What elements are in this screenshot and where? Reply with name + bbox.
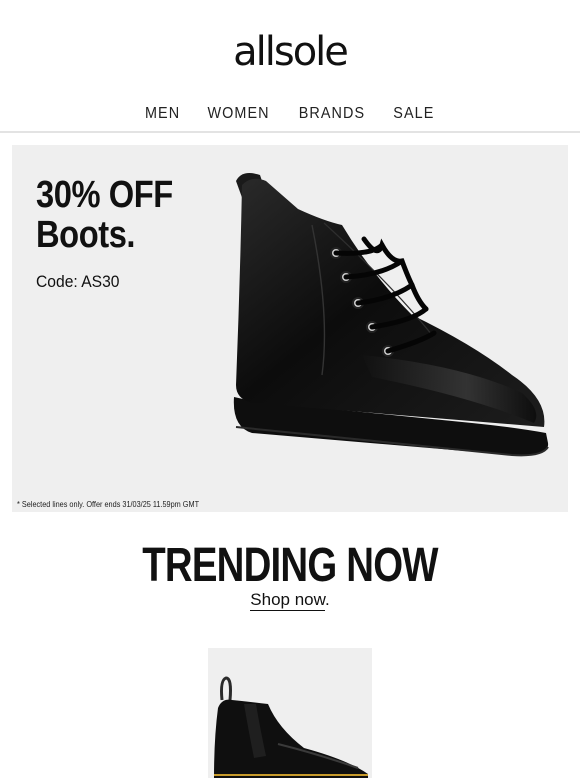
nav-item-sale[interactable]: SALE [394, 100, 435, 128]
shop-now-link[interactable]: Shop now [250, 590, 325, 611]
hero-headline-discount: 30% OFF [36, 174, 173, 216]
promo-code: Code: AS30 [36, 272, 120, 291]
black-ankle-boot-image [233, 173, 549, 457]
nav-item-women[interactable]: WOMEN [208, 100, 270, 128]
trending-title: TRENDING NOW [142, 539, 438, 592]
svg-text:allsole: allsole [233, 29, 347, 75]
allsole-logo-wordmark: allsole [233, 29, 349, 75]
nav-divider [0, 131, 580, 133]
allsole-logo[interactable]: allsole [0, 22, 580, 78]
main-nav: MEN WOMEN BRANDS SALE [0, 100, 580, 128]
hero-headline-product: Boots. [36, 214, 136, 256]
offer-disclaimer: * Selected lines only. Offer ends 31/03/… [17, 499, 200, 509]
hero-banner[interactable]: 30% OFF Boots. Code: AS30 * Selected lin… [12, 145, 568, 512]
shop-now-suffix: . [324, 590, 330, 609]
chelsea-boot-image [214, 676, 368, 778]
nav-item-men[interactable]: MEN [145, 100, 180, 128]
shop-now-line: Shop now. [0, 590, 580, 611]
trending-product-card[interactable] [208, 648, 372, 778]
nav-item-brands[interactable]: BRANDS [299, 100, 366, 128]
hero-headline: 30% OFF Boots. [36, 175, 173, 255]
